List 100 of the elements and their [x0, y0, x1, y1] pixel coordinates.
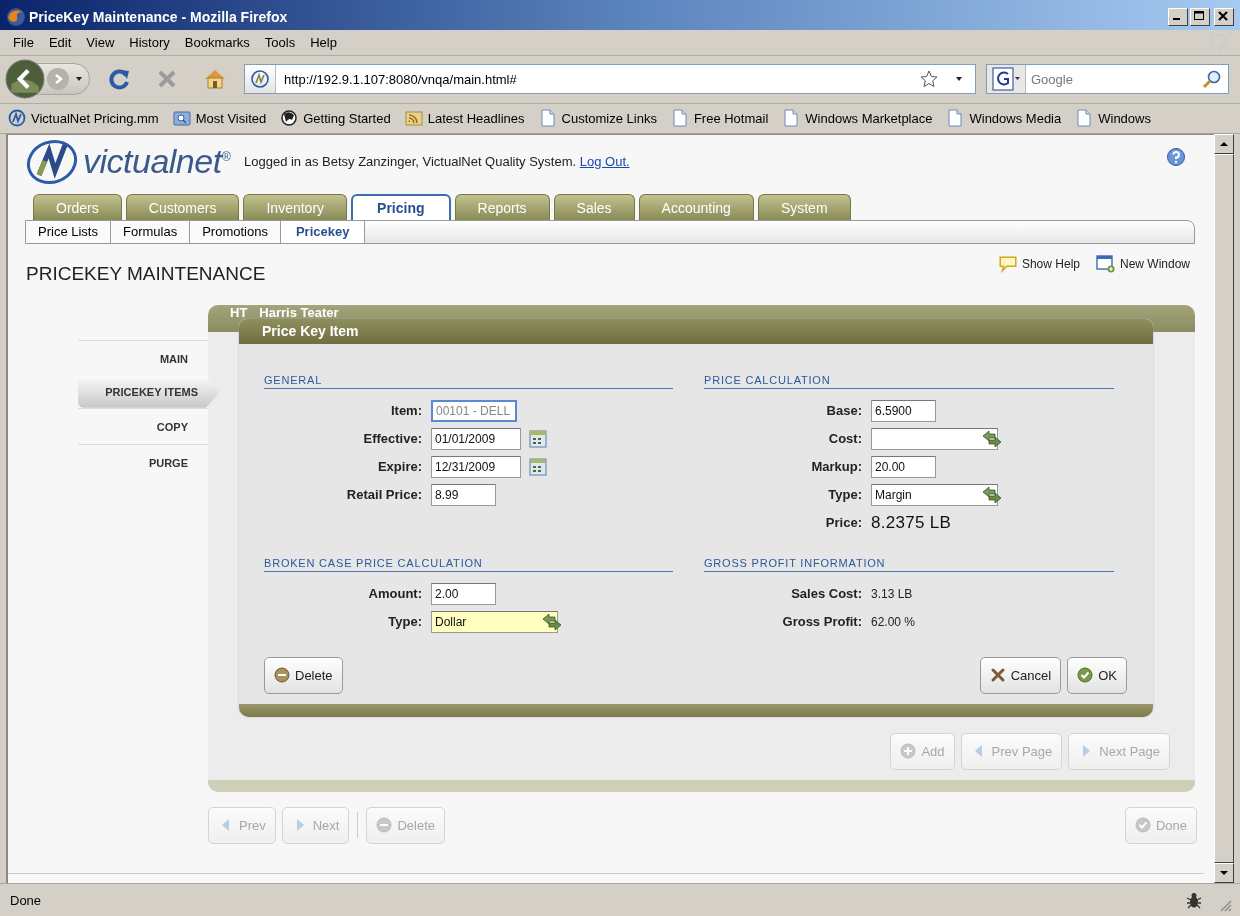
window-title: PriceKey Maintenance - Mozilla Firefox [29, 9, 289, 25]
date-field[interactable]: 01/01/2009 [431, 427, 521, 450]
lookup-field[interactable] [871, 427, 998, 450]
field-label: Sales Cost: [790, 586, 862, 602]
resize-grip-icon[interactable] [1218, 898, 1232, 912]
section-title: BROKEN CASE PRICE CALCULATION [264, 556, 673, 572]
status-text: Done [10, 892, 42, 908]
help-icon[interactable] [1166, 147, 1186, 168]
site-button[interactable] [245, 65, 276, 94]
minimize-icon [1173, 18, 1180, 20]
sub-tab[interactable]: Promotions [190, 220, 281, 243]
menu-item[interactable]: File [6, 32, 42, 52]
scrollbar[interactable] [1214, 133, 1234, 884]
logo-icon [8, 109, 26, 128]
bookmark-item[interactable]: VictualNet Pricing.mm [8, 109, 159, 128]
menu-item[interactable]: View [79, 32, 123, 52]
calendar-icon[interactable] [529, 457, 547, 476]
new-window-icon [1095, 254, 1116, 273]
record-code: HT [230, 304, 248, 320]
section-title: GENERAL [264, 373, 673, 389]
lookup-field[interactable]: Dollar [431, 610, 558, 633]
ok-button[interactable]: OK [1067, 656, 1127, 694]
log-out-link[interactable]: Log Out. [579, 153, 630, 169]
swap-arrows-icon[interactable] [542, 612, 562, 631]
section-title: GROSS PROFIT INFORMATION [704, 556, 1114, 572]
input-field[interactable]: 20.00 [871, 455, 936, 478]
speech-bubble-icon [997, 254, 1018, 273]
back-button[interactable] [5, 59, 45, 100]
field-label: Type: [387, 614, 422, 630]
menu-item[interactable]: Bookmarks [177, 32, 258, 52]
close-button[interactable] [1214, 8, 1234, 26]
bug-icon[interactable] [1184, 890, 1204, 910]
input-field[interactable]: 6.5900 [871, 399, 936, 422]
search-input[interactable]: Google [1026, 70, 1202, 88]
info-value: 62.00 % [871, 614, 916, 629]
check-circle-icon [1134, 817, 1151, 834]
bookmark-item[interactable]: Windows Marketplace [782, 109, 933, 128]
star-icon[interactable] [919, 69, 939, 90]
dialog-title: Price Key Item [262, 323, 359, 340]
date-field[interactable]: 12/31/2009 [431, 455, 521, 478]
field-label: Retail Price: [345, 487, 422, 503]
close-icon [1215, 9, 1231, 23]
page-icon [946, 109, 965, 128]
field-label: Price: [824, 515, 862, 531]
bookmark-item[interactable]: Windows [1075, 109, 1151, 128]
bookmark-item[interactable]: Most Visited [172, 109, 267, 128]
search-engine-button[interactable] [987, 65, 1026, 94]
field-label: Effective: [362, 431, 422, 447]
field-label: Markup: [810, 459, 862, 475]
menu-item[interactable]: Edit [41, 32, 80, 52]
plus-circle-icon [900, 743, 917, 760]
search-field[interactable]: Google [986, 64, 1229, 95]
site-icon [250, 69, 270, 90]
sub-tab[interactable]: Price Lists [26, 220, 111, 243]
menu-item[interactable]: Tools [257, 32, 304, 52]
search-engine-icon [991, 66, 1021, 93]
minus-circle-icon [274, 667, 290, 684]
sub-tab[interactable]: Pricekey [280, 220, 366, 243]
section-title: PRICE CALCULATION [704, 373, 1114, 389]
nav-tab[interactable]: Pricing [351, 193, 451, 220]
cross-icon [989, 667, 1006, 684]
page-icon [538, 109, 557, 128]
field-label: Item: [389, 403, 422, 419]
new-window-link[interactable]: New Window [1095, 254, 1190, 273]
page-icon [1075, 109, 1094, 128]
bookmark-item[interactable]: Customize Links [538, 109, 657, 128]
field-label: Type: [827, 487, 862, 503]
home-icon[interactable] [203, 67, 227, 92]
minimize-button[interactable] [1168, 8, 1188, 26]
field-label: Base: [825, 403, 862, 419]
sub-tab[interactable]: Formulas [110, 220, 191, 243]
minus-circle-icon [376, 817, 393, 834]
bookmark-item[interactable]: Free Hotmail [670, 109, 769, 128]
show-help-link[interactable]: Show Help [997, 254, 1080, 273]
menu-item[interactable]: History [122, 32, 178, 52]
input-field[interactable]: 2.00 [431, 582, 496, 605]
bookmark-item[interactable]: Windows Media [946, 109, 1062, 128]
delete-button[interactable]: Delete [264, 656, 343, 694]
maximize-icon [1191, 9, 1207, 23]
swap-arrows-icon[interactable] [982, 429, 1002, 448]
page-icon [670, 109, 689, 128]
field-label: Amount: [367, 586, 422, 602]
info-value: 3.13 LB [871, 586, 913, 601]
cancel-button[interactable]: Cancel [979, 656, 1062, 694]
maximize-button[interactable] [1190, 8, 1210, 26]
swap-arrows-icon[interactable] [982, 485, 1002, 504]
browser-icon [6, 7, 26, 27]
price-value: 8.2375 LB [871, 512, 952, 533]
menu-item[interactable]: Help [303, 32, 345, 52]
lookup-field[interactable]: Margin [871, 483, 998, 506]
search-icon[interactable] [1202, 69, 1222, 90]
badge-icon [280, 109, 299, 128]
calendar-icon[interactable] [529, 429, 547, 448]
bookmark-item[interactable]: Getting Started [280, 109, 391, 128]
bookmark-item[interactable]: Latest Headlines [404, 109, 525, 128]
address-bar[interactable]: http://192.9.1.107:8080/vnqa/main.html# [244, 64, 976, 95]
record-name: Harris Teater [259, 304, 339, 320]
reload-icon[interactable] [107, 67, 131, 92]
input-field[interactable]: 8.99 [431, 483, 496, 506]
side-nav-item[interactable]: PRICEKEY ITEMS [78, 375, 220, 408]
